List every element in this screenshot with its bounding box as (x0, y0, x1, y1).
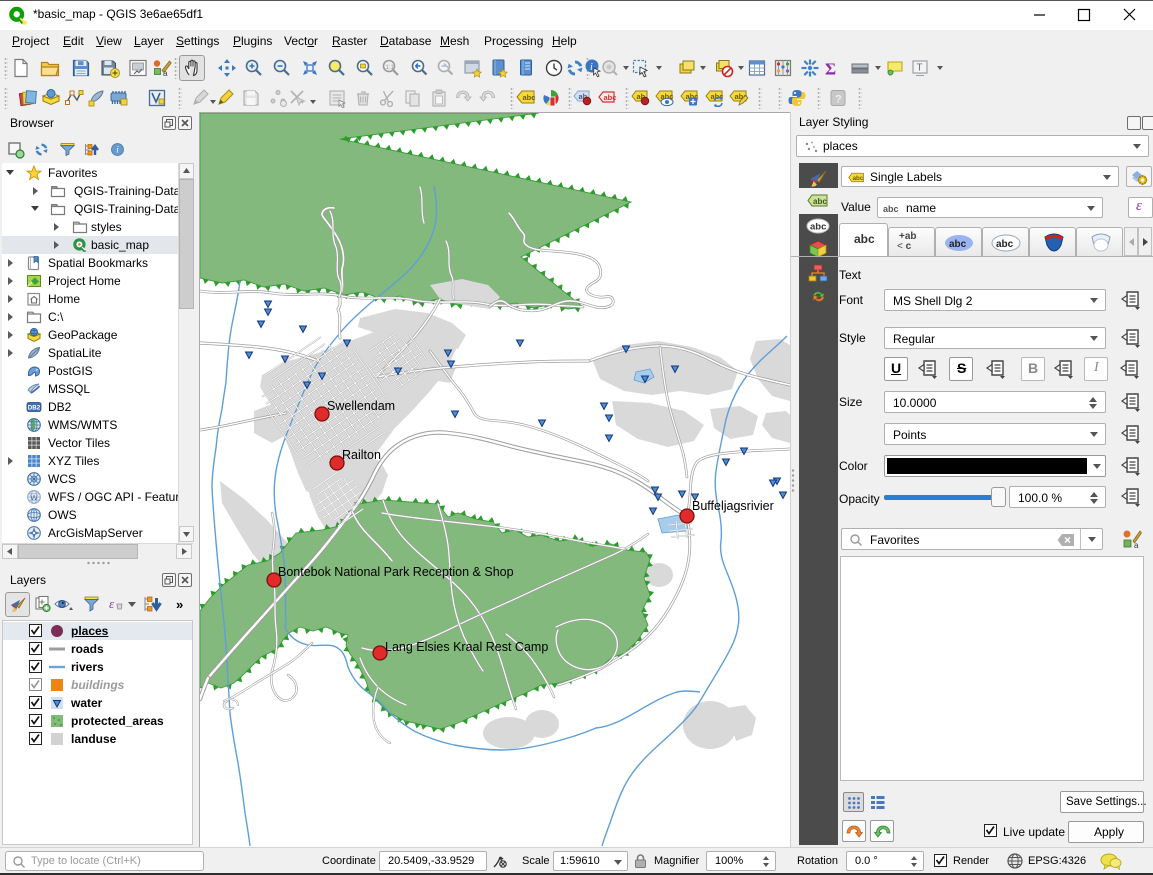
svg-text:Swellendam: Swellendam (327, 399, 395, 413)
svg-text:W: W (30, 493, 38, 502)
svg-text:abc: abc (523, 93, 536, 102)
svg-text:Railton: Railton (342, 448, 381, 462)
svg-text:abc: abc (949, 239, 967, 250)
svg-text:Bontebok National Park Recepti: Bontebok National Park Reception & Shop (278, 565, 514, 579)
svg-text:abc: abc (883, 204, 899, 214)
svg-text:T: T (917, 63, 923, 74)
svg-text:a: a (163, 69, 168, 78)
svg-text:Buffeljagsrivier: Buffeljagsrivier (692, 499, 774, 513)
svg-text:Lang Elsies Kraal Rest Camp: Lang Elsies Kraal Rest Camp (385, 640, 548, 654)
svg-text:Σ: Σ (825, 60, 836, 79)
svg-text:abc: abc (853, 175, 864, 182)
svg-text:abc: abc (996, 239, 1014, 250)
svg-text:1:1: 1:1 (386, 65, 395, 71)
svg-text:DB2: DB2 (28, 405, 41, 412)
svg-text:a: a (1134, 541, 1139, 549)
svg-text:abc: abc (604, 93, 617, 102)
svg-text:?: ? (835, 94, 842, 106)
svg-text:abc: abc (711, 92, 724, 101)
svg-text:ε: ε (109, 596, 115, 611)
svg-text:i: i (590, 62, 593, 73)
